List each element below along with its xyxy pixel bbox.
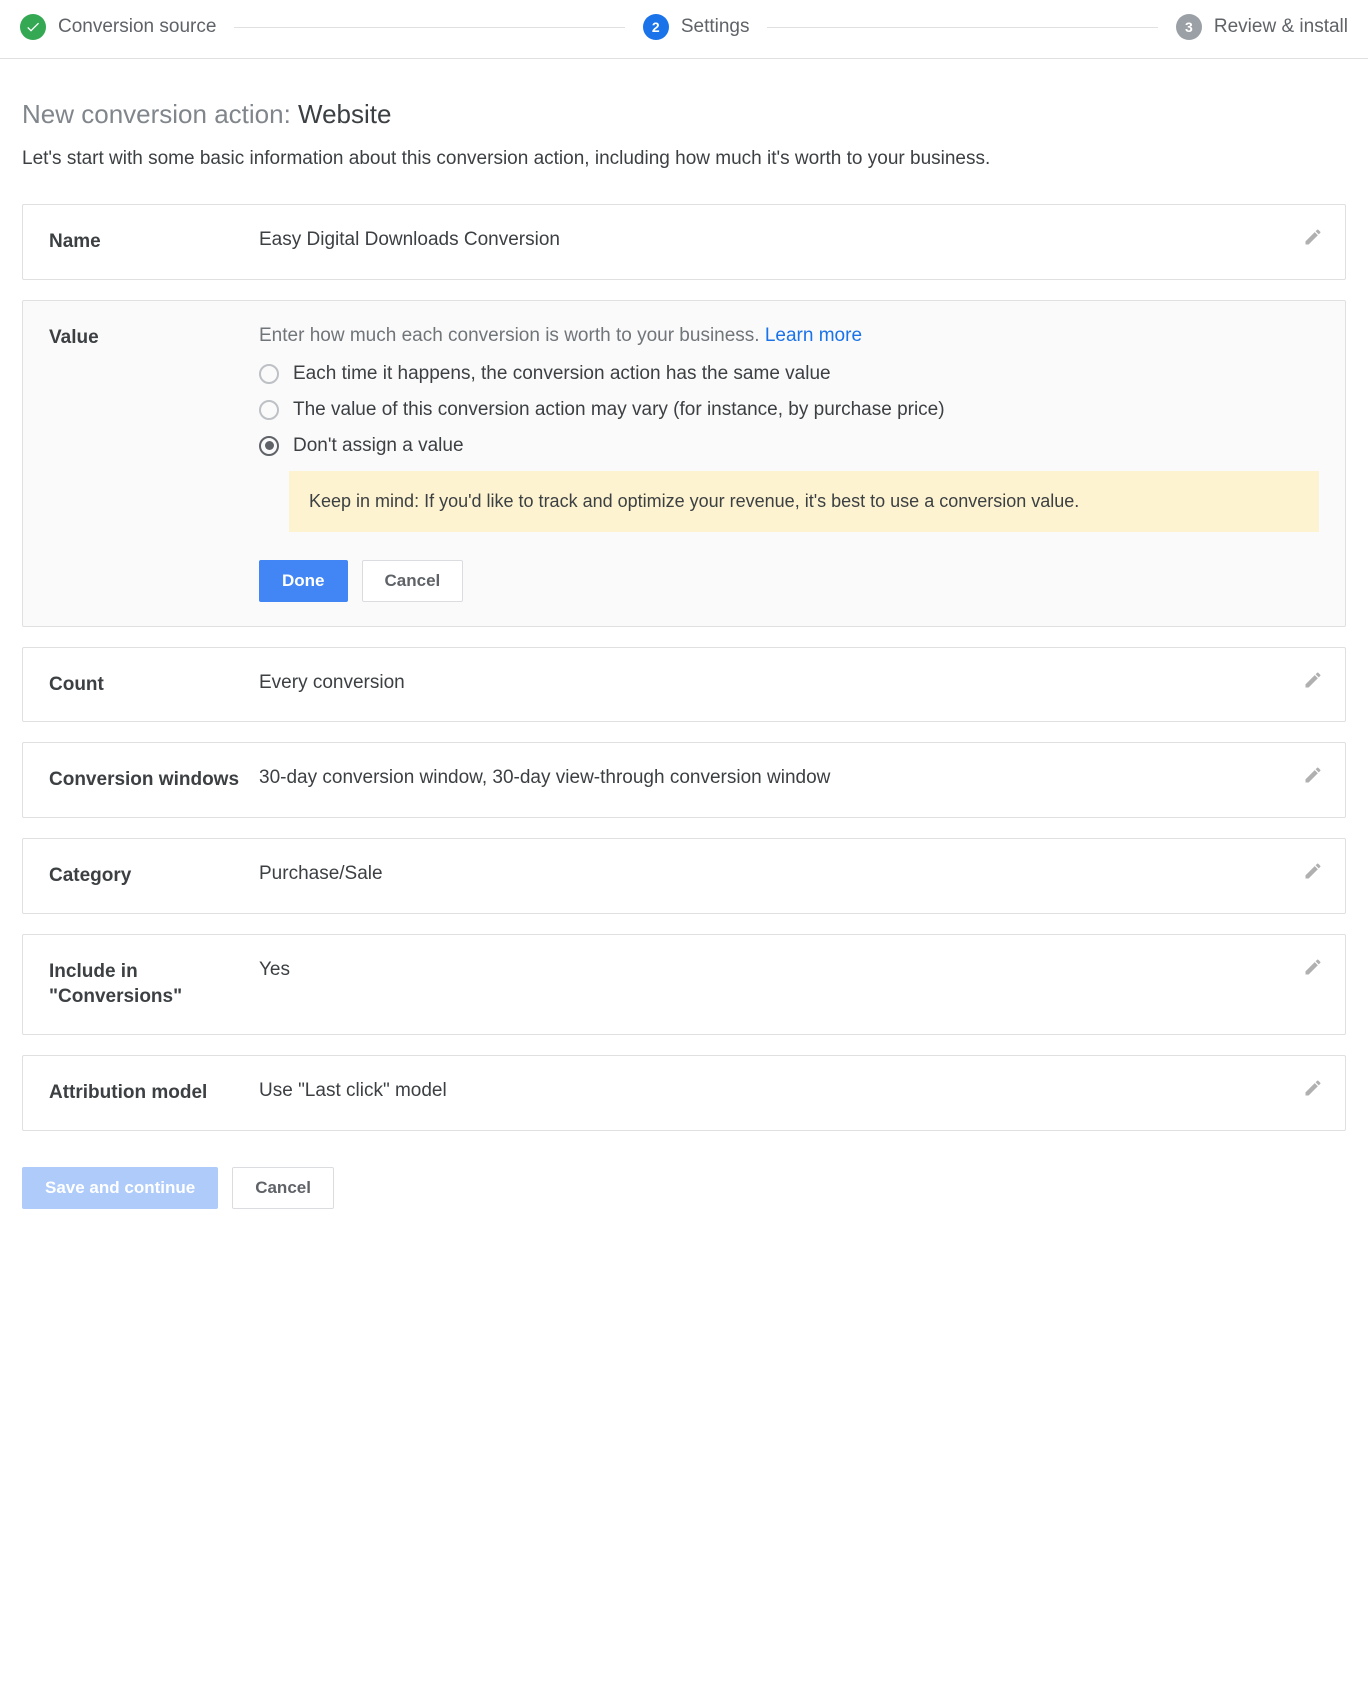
radio-same-value[interactable]: Each time it happens, the conversion act… [259,363,1319,385]
pencil-icon[interactable] [1303,670,1323,695]
card-label: Name [49,229,259,255]
step-settings[interactable]: 2 Settings [643,14,750,40]
card-label: Attribution model [49,1080,259,1106]
pencil-icon[interactable] [1303,765,1323,790]
card-attribution-model[interactable]: Attribution model Use "Last click" model [22,1055,1346,1131]
card-value: Every conversion [259,672,1319,694]
radio-label: Each time it happens, the conversion act… [293,363,831,385]
radio-no-value[interactable]: Don't assign a value [259,435,1319,457]
card-name[interactable]: Name Easy Digital Downloads Conversion [22,204,1346,280]
page-subtitle: Let's start with some basic information … [22,148,1346,170]
pencil-icon[interactable] [1303,957,1323,982]
cancel-button[interactable]: Cancel [362,560,464,602]
step-review-install[interactable]: 3 Review & install [1176,14,1348,40]
page-title-value: Website [298,99,391,129]
value-hint-text: Enter how much each conversion is worth … [259,325,765,346]
step-number-pending: 3 [1176,14,1202,40]
value-hint: Enter how much each conversion is worth … [259,325,1319,347]
pencil-icon[interactable] [1303,1078,1323,1103]
card-conversion-windows[interactable]: Conversion windows 30-day conversion win… [22,742,1346,818]
page-title-prefix: New conversion action: [22,99,298,129]
pencil-icon[interactable] [1303,227,1323,252]
card-value: Value Enter how much each conversion is … [22,300,1346,627]
card-label: Conversion windows [49,767,259,793]
step-conversion-source[interactable]: Conversion source [20,14,216,40]
card-value: Purchase/Sale [259,863,1319,885]
card-value: Easy Digital Downloads Conversion [259,229,1319,251]
page-title: New conversion action: Website [22,99,1346,130]
step-label: Settings [681,16,750,38]
card-value: Use "Last click" model [259,1080,1319,1102]
save-and-continue-button[interactable]: Save and continue [22,1167,218,1209]
card-label: Count [49,672,259,698]
card-value: 30-day conversion window, 30-day view-th… [259,767,1319,789]
radio-icon [259,400,279,420]
check-icon [20,14,46,40]
radio-icon [259,364,279,384]
page-body: New conversion action: Website Let's sta… [0,59,1368,1249]
step-separator [234,27,624,28]
done-button[interactable]: Done [259,560,348,602]
card-label: Category [49,863,259,889]
card-category[interactable]: Category Purchase/Sale [22,838,1346,914]
stepper: Conversion source 2 Settings 3 Review & … [0,0,1368,59]
cancel-button[interactable]: Cancel [232,1167,334,1209]
step-label: Conversion source [58,16,216,38]
card-include-in-conversions[interactable]: Include in "Conversions" Yes [22,934,1346,1035]
card-label: Include in "Conversions" [49,959,259,1010]
footer-actions: Save and continue Cancel [22,1167,1346,1209]
card-label: Value [49,325,259,351]
step-separator [767,27,1157,28]
note-box: Keep in mind: If you'd like to track and… [289,471,1319,532]
card-count[interactable]: Count Every conversion [22,647,1346,723]
step-label: Review & install [1214,16,1348,38]
learn-more-link[interactable]: Learn more [765,325,862,346]
radio-label: The value of this conversion action may … [293,399,945,421]
step-number-active: 2 [643,14,669,40]
card-value: Yes [259,959,1319,981]
radio-variable-value[interactable]: The value of this conversion action may … [259,399,1319,421]
radio-icon [259,436,279,456]
pencil-icon[interactable] [1303,861,1323,886]
radio-label: Don't assign a value [293,435,464,457]
